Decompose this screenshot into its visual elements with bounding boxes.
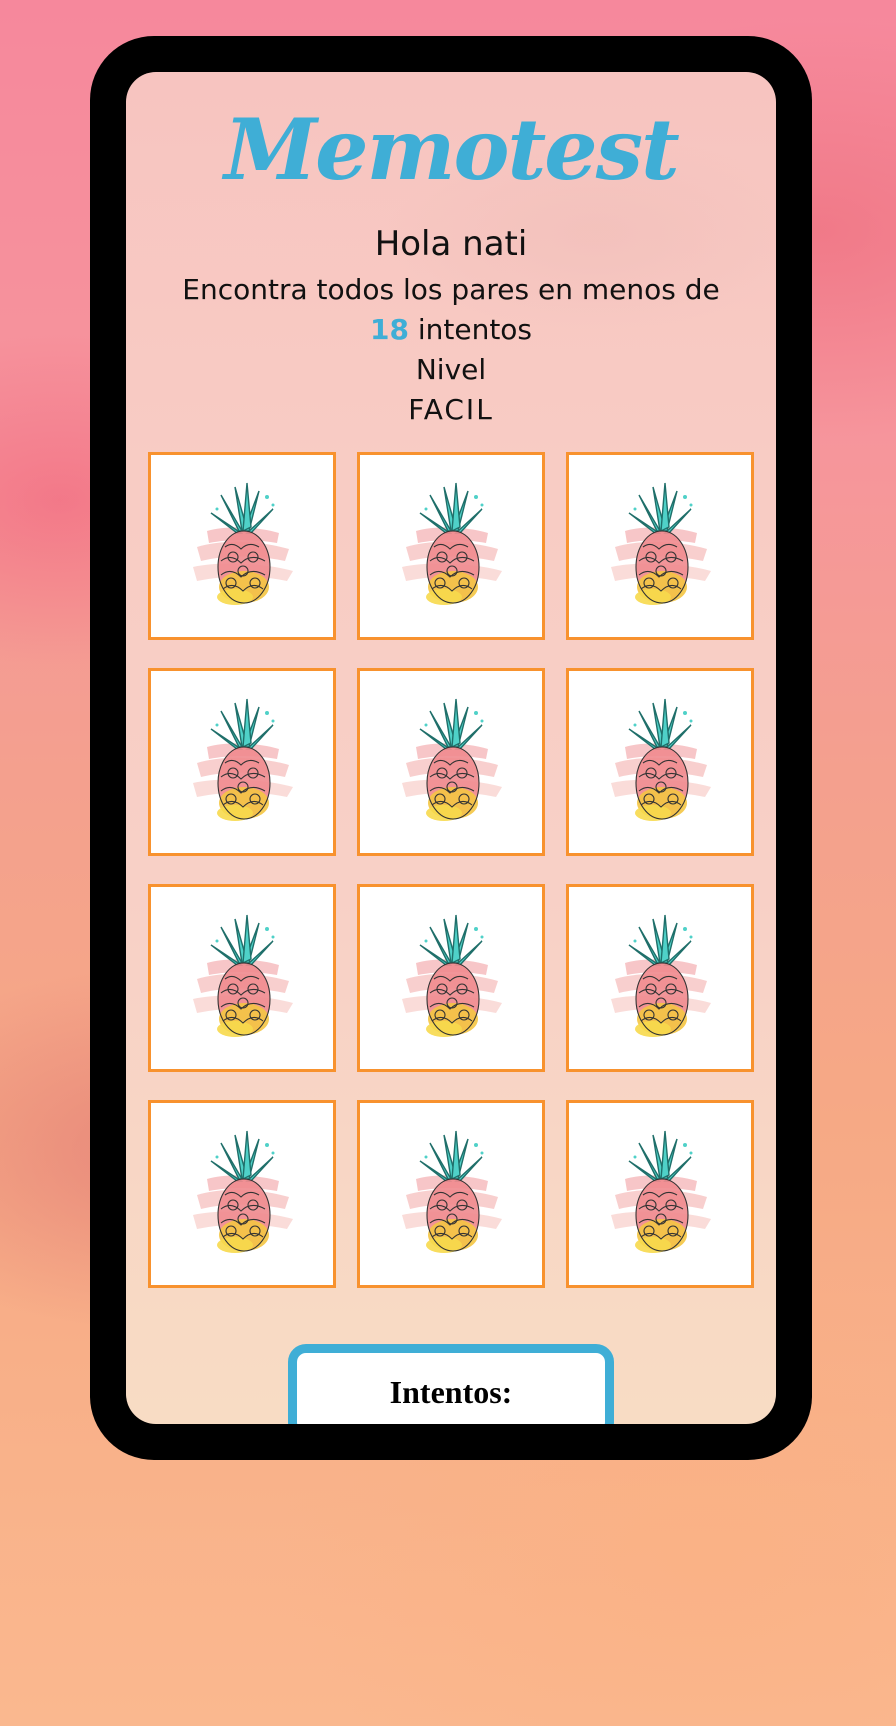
memory-card[interactable] [357, 452, 545, 640]
memory-card[interactable] [148, 1100, 336, 1288]
pineapple-icon [167, 1117, 317, 1271]
instructions-prefix: Encontra todos los pares en menos de [182, 273, 720, 306]
memory-card[interactable] [566, 884, 754, 1072]
memory-card[interactable] [357, 884, 545, 1072]
pineapple-icon [167, 469, 317, 623]
pineapple-icon [585, 901, 735, 1055]
game-title: Memotest [224, 100, 680, 199]
pineapple-icon [376, 1117, 526, 1271]
pineapple-icon [585, 685, 735, 839]
pineapple-icon [376, 469, 526, 623]
pineapple-icon [585, 1117, 735, 1271]
pineapple-icon [167, 685, 317, 839]
level-label: Nivel [415, 353, 487, 386]
memory-card[interactable] [357, 1100, 545, 1288]
instructions-text: Encontra todos los pares en menos de 18 … [166, 270, 736, 350]
memory-card[interactable] [357, 668, 545, 856]
memory-card[interactable] [148, 884, 336, 1072]
memory-card[interactable] [148, 668, 336, 856]
max-attempts-number: 18 [369, 313, 409, 346]
instructions-suffix: intentos [408, 313, 533, 346]
pineapple-icon [167, 901, 317, 1055]
memory-card[interactable] [566, 452, 754, 640]
game-screen: Memotest Hola nati Encontra todos los pa… [126, 72, 776, 1424]
level-value: FACIL [408, 393, 494, 426]
pineapple-icon [585, 469, 735, 623]
memory-card[interactable] [566, 668, 754, 856]
pineapple-icon [376, 901, 526, 1055]
pineapple-icon [376, 685, 526, 839]
phone-frame: Memotest Hola nati Encontra todos los pa… [90, 36, 812, 1460]
greeting-text: Hola nati [374, 224, 528, 264]
attempts-label: Intentos: [389, 1373, 513, 1410]
memory-card[interactable] [148, 452, 336, 640]
memory-card[interactable] [566, 1100, 754, 1288]
attempts-box: Intentos: [288, 1344, 614, 1424]
card-grid [148, 452, 756, 1288]
